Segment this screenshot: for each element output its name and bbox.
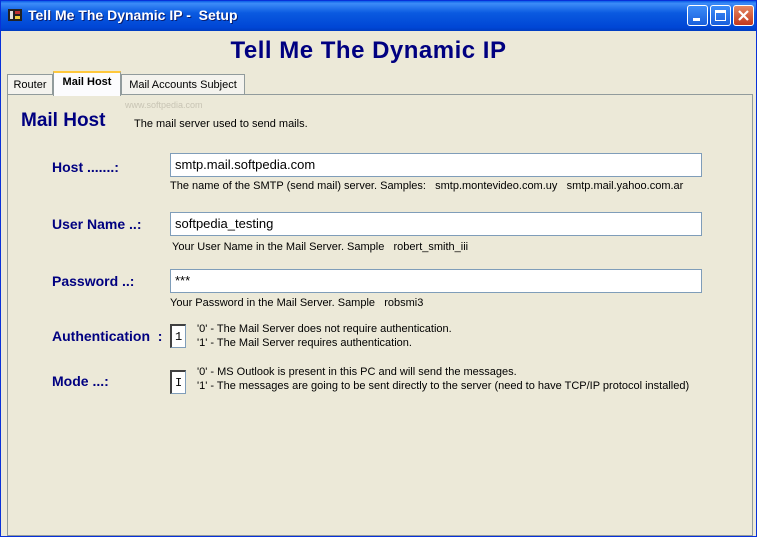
mode-hint-0: '0' - MS Outlook is present in this PC a… — [197, 366, 517, 378]
minimize-button[interactable] — [687, 5, 708, 26]
password-label: Password ..: — [52, 273, 135, 289]
mode-input[interactable]: I — [170, 370, 186, 394]
tab-router[interactable]: Router — [7, 74, 53, 95]
host-hint: The name of the SMTP (send mail) server.… — [170, 180, 684, 192]
username-label: User Name ..: — [52, 216, 142, 232]
mode-label: Mode ...: — [52, 373, 109, 389]
section-title: Mail Host — [21, 110, 106, 131]
tab-mail-host[interactable]: Mail Host — [53, 71, 121, 96]
authentication-hint-1: '1' - The Mail Server requires authentic… — [197, 337, 412, 349]
close-button[interactable] — [733, 5, 754, 26]
tab-mail-accounts-subject[interactable]: Mail Accounts Subject — [121, 74, 245, 95]
watermark: www.softpedia.com — [125, 100, 203, 110]
section-description: The mail server used to send mails. — [134, 118, 308, 130]
close-icon — [738, 10, 749, 21]
maximize-button[interactable] — [710, 5, 731, 26]
host-label: Host .......: — [52, 159, 119, 175]
minimize-icon — [693, 18, 700, 21]
host-input[interactable]: smtp.mail.softpedia.com — [170, 153, 702, 177]
app-icon — [7, 7, 23, 23]
authentication-hint-0: '0' - The Mail Server does not require a… — [197, 323, 452, 335]
password-input[interactable]: *** — [170, 269, 702, 293]
username-hint: Your User Name in the Mail Server. Sampl… — [172, 241, 469, 253]
mode-hint-1: '1' - The messages are going to be sent … — [197, 380, 690, 392]
setup-window: Tell Me The Dynamic IP - Setup Tell Me T… — [0, 0, 757, 537]
authentication-label: Authentication : — [52, 328, 163, 344]
app-heading: Tell Me The Dynamic IP — [230, 37, 507, 64]
username-input[interactable]: softpedia_testing — [170, 212, 702, 236]
password-hint: Your Password in the Mail Server. Sample… — [170, 297, 424, 309]
title-bar[interactable]: Tell Me The Dynamic IP - Setup — [1, 1, 756, 31]
window-title: Tell Me The Dynamic IP - Setup — [28, 7, 238, 23]
maximize-icon — [715, 10, 726, 21]
authentication-input[interactable]: 1 — [170, 324, 186, 348]
